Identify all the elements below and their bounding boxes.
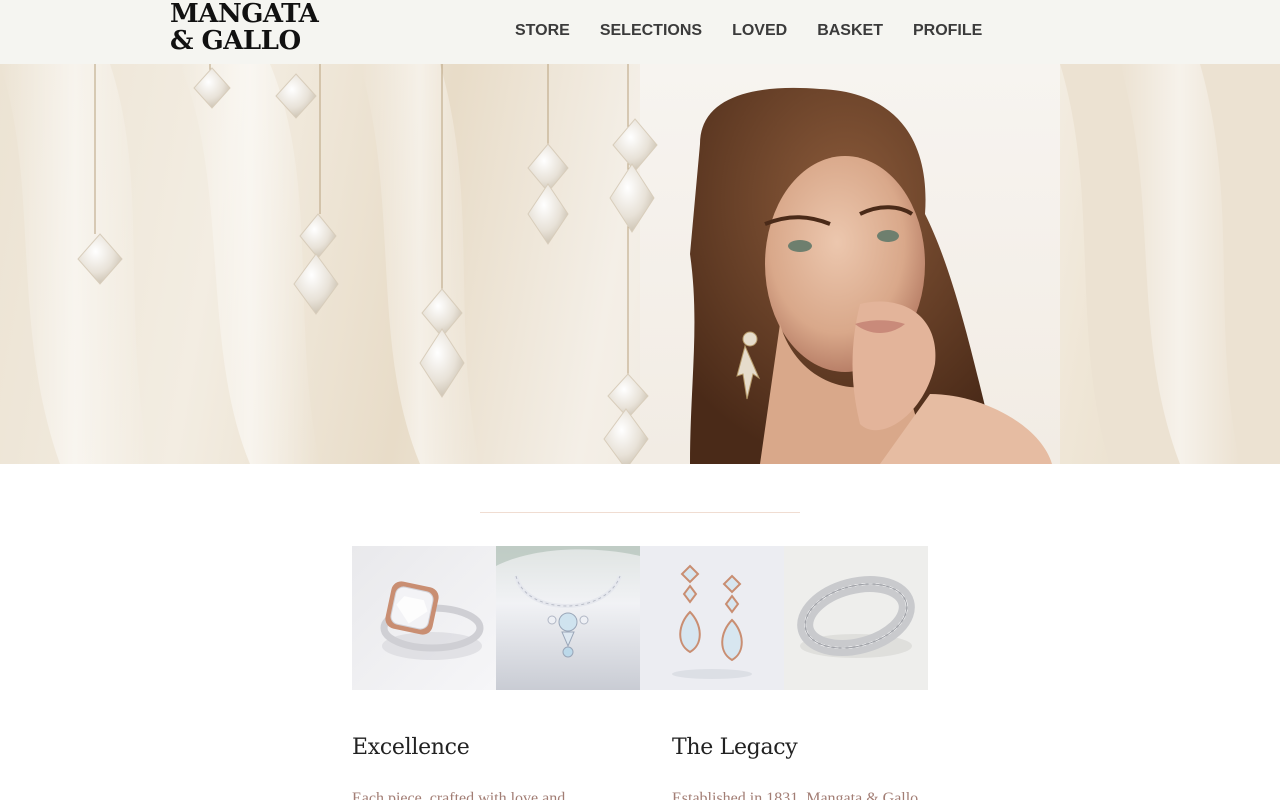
necklace-image[interactable] xyxy=(496,546,640,690)
nav-store[interactable]: STORE xyxy=(515,20,570,42)
nav-basket[interactable]: BASKET xyxy=(817,20,883,42)
legacy-title: The Legacy xyxy=(672,735,798,760)
brand-logo[interactable]: MANGATA & GALLO xyxy=(170,1,330,55)
legacy-section: The Legacy Established in 1831, Mangata … xyxy=(672,733,952,800)
excellence-title: Excellence xyxy=(352,735,470,760)
excellence-section: Excellence Each piece, crafted with love… xyxy=(352,733,632,800)
section-divider xyxy=(480,512,800,513)
nav-loved[interactable]: LOVED xyxy=(732,20,787,42)
excellence-text: Each piece, crafted with love and xyxy=(352,790,566,800)
main-nav: STORE SELECTIONS LOVED BASKET PROFILE xyxy=(515,20,1012,42)
brand-logo-line1: MANGATA xyxy=(170,0,319,29)
hero-banner xyxy=(0,64,1280,464)
product-strip xyxy=(352,546,928,690)
ring-image[interactable] xyxy=(352,546,496,690)
legacy-text: Established in 1831, Mangata & Gallo xyxy=(672,790,919,800)
bracelet-image[interactable] xyxy=(784,546,928,690)
nav-profile[interactable]: PROFILE xyxy=(913,20,982,42)
earrings-image[interactable] xyxy=(640,546,784,690)
nav-selections[interactable]: SELECTIONS xyxy=(600,20,702,42)
brand-logo-line2: & GALLO xyxy=(170,26,301,56)
site-header: MANGATA & GALLO STORE SELECTIONS LOVED B… xyxy=(0,0,1280,64)
hero-image xyxy=(0,64,1280,464)
